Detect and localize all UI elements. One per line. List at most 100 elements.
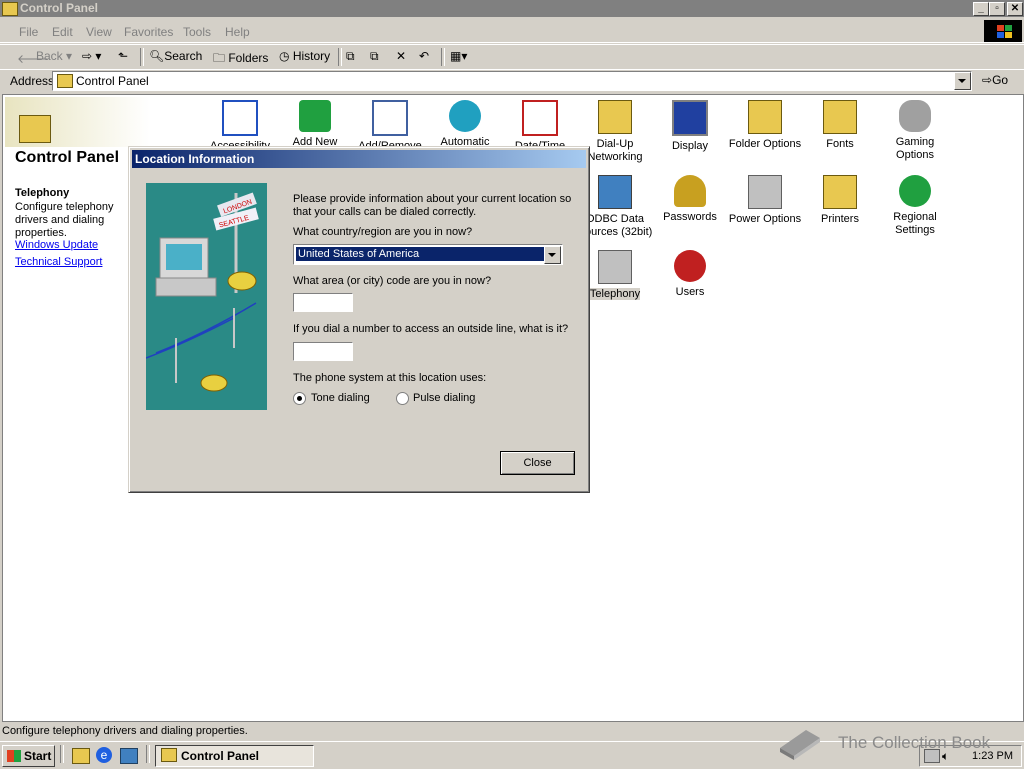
telephony-icon [598,250,632,284]
accessibility-icon [222,100,258,136]
add-new-hardware-item[interactable]: Add New [277,100,353,149]
folders-button[interactable]: 🗀 Folders [213,49,268,70]
views-icon: ▦▾ [450,49,468,63]
copy-to-button[interactable]: ⧉ [370,49,379,64]
dial-up-networking-icon [598,100,632,134]
maximize-button[interactable]: ▫ [989,2,1005,16]
undo-button[interactable]: ↶ [419,49,429,63]
menu-edit[interactable]: Edit [52,25,73,39]
control-panel-banner [5,97,150,147]
forward-arrow-icon: ⇨ ▾ [82,49,102,63]
separator [60,745,64,763]
pulse-dialing-radio[interactable] [396,392,409,405]
separator [338,48,342,66]
item-label: Telephony [589,288,641,300]
address-value: Control Panel [76,74,149,88]
search-button[interactable]: 🔍︎Search [149,49,202,63]
separator [146,745,150,763]
technical-support-link[interactable]: Technical Support [15,256,102,268]
go-button[interactable]: ⇨Go [982,73,1008,87]
address-input[interactable]: Control Panel [52,71,972,91]
taskbar-item-control-panel[interactable]: Control Panel [155,745,314,767]
country-dropdown-button[interactable] [544,246,561,264]
fonts-item[interactable]: Fonts [802,100,878,151]
watermark-text: The Collection Book [838,733,991,752]
windows-logo-icon [984,20,1022,42]
item-label: Passwords [663,211,717,223]
dialog-title-bar[interactable]: Location Information [132,150,586,168]
printers-icon [823,175,857,209]
book-watermark-icon [780,730,820,760]
forward-button[interactable]: ⇨ ▾ [82,49,101,63]
tone-dialing-label[interactable]: Tone dialing [311,392,370,405]
display-item[interactable]: Display [652,100,728,153]
passwords-icon [674,175,706,207]
windows-update-link[interactable]: Windows Update [15,239,98,251]
regional-settings-item[interactable]: Regional Settings [877,175,953,237]
item-label: Fonts [826,138,854,150]
item-label: Folder Options [728,138,802,150]
address-bar: Address Control Panel ⇨Go [0,69,1024,93]
pulse-dialing-label[interactable]: Pulse dialing [413,392,475,405]
gaming-options-icon [899,100,931,132]
users-item[interactable]: Users [652,250,728,299]
page-title: Control Panel [15,149,120,166]
passwords-item[interactable]: Passwords [652,175,728,224]
delete-button[interactable]: ✕ [396,49,406,63]
tone-dialing-radio[interactable] [293,392,306,405]
close-window-button[interactable]: ✕ [1007,2,1023,16]
control-panel-icon [161,748,177,762]
menu-favorites[interactable]: Favorites [124,25,173,39]
item-label: Regional Settings [893,211,937,236]
close-button[interactable]: Close [500,451,575,475]
up-folder-icon: ⬑ [118,49,129,63]
odbc-icon [598,175,632,209]
history-icon: ◷ [279,49,293,63]
move-to-icon: ⧉ [346,49,355,63]
telephony-illustration-art: LONDON SEATTLE [145,192,259,392]
intro-text: Please provide information about your cu… [293,193,572,218]
item-label: Gaming Options [895,136,935,161]
menu-tools[interactable]: Tools [183,25,211,39]
minimize-button[interactable]: _ [973,2,989,16]
item-label: Display [671,140,709,152]
start-button[interactable]: Start [2,745,55,767]
item-label: Users [675,286,705,298]
back-button[interactable]: 🡐Back ▾ [17,49,72,66]
area-code-field[interactable] [293,293,353,312]
outlook-express-icon[interactable] [120,748,138,764]
folder-options-item[interactable]: Folder Options [727,100,803,151]
go-arrow-icon: ⇨ [982,73,993,87]
menu-file[interactable]: File [19,25,38,39]
country-prompt: What country/region are you in now? [293,226,473,238]
outside-line-field[interactable] [293,342,353,361]
telephony-illustration: LONDON SEATTLE [145,183,267,410]
selected-item-heading: Telephony [15,187,70,199]
gaming-options-item[interactable]: Gaming Options [877,100,953,162]
history-button[interactable]: ◷ History [279,49,330,63]
control-panel-large-icon [19,115,51,143]
outside-line-prompt: If you dial a number to access an outsid… [293,323,569,335]
power-options-item[interactable]: Power Options [727,175,803,226]
internet-explorer-icon[interactable]: e [96,747,112,763]
menu-view[interactable]: View [86,25,112,39]
title-bar[interactable]: Control Panel _ ▫ ✕ [0,0,1024,17]
automatic-updates-item[interactable]: Automatic [427,100,503,149]
move-to-button[interactable]: ⧉ [346,49,355,64]
menu-help[interactable]: Help [225,25,250,39]
search-label: Search [164,49,203,63]
add-new-hardware-icon [299,100,331,132]
views-button[interactable]: ▦▾ [450,49,467,63]
printers-item[interactable]: Printers [802,175,878,226]
item-label: Printers [821,213,859,225]
address-dropdown-button[interactable] [954,72,971,90]
copy-to-icon: ⧉ [370,49,379,63]
show-desktop-icon[interactable] [72,748,90,764]
up-folder-button[interactable]: ⬑ [118,49,128,63]
country-select[interactable]: United States of America [293,244,563,265]
window-title: Control Panel [20,1,99,15]
folder-options-icon [748,100,782,134]
dialog-title: Location Information [135,152,255,166]
undo-icon: ↶ [419,49,430,63]
delete-icon: ✕ [396,49,407,63]
